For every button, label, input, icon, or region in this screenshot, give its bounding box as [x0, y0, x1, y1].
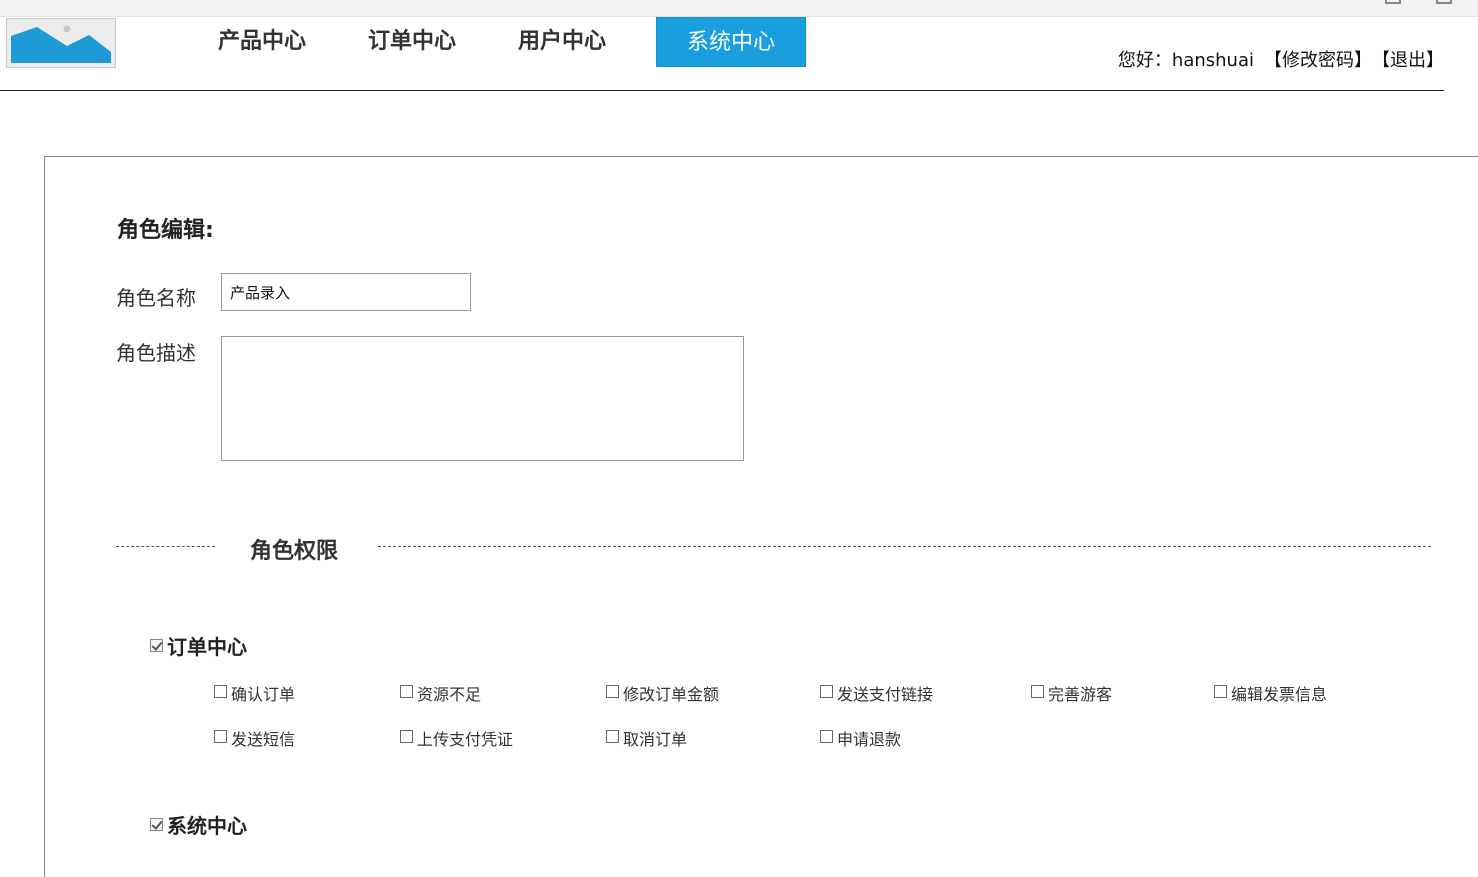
- window-top-strip: [0, 0, 1478, 17]
- perm-checkbox[interactable]: [1214, 684, 1227, 698]
- top-header: 产品中心 订单中心 用户中心 系统中心 您好：hanshuai 【修改密码】 【…: [0, 16, 1444, 91]
- perm-label: 资源不足: [417, 685, 482, 704]
- perm-send-payment-link[interactable]: 发送支付链接: [820, 681, 933, 705]
- group-system-center: 系统中心: [150, 810, 247, 839]
- perm-upload-payment-proof[interactable]: 上传支付凭证: [400, 726, 513, 750]
- group-order-center-label: 订单中心: [167, 635, 247, 659]
- perm-checkbox[interactable]: [606, 729, 619, 743]
- perm-checkbox[interactable]: [606, 684, 619, 698]
- group-system-center-label: 系统中心: [167, 814, 247, 838]
- page-title: 角色编辑:: [117, 218, 214, 243]
- perm-cancel-order[interactable]: 取消订单: [606, 726, 687, 750]
- nav-system-center[interactable]: 系统中心: [656, 17, 806, 67]
- user-bar: 您好：hanshuai 【修改密码】 【退出】: [1118, 46, 1444, 72]
- perm-checkbox[interactable]: [400, 684, 413, 698]
- perm-edit-invoice[interactable]: 编辑发票信息: [1214, 681, 1327, 705]
- nav-order-center[interactable]: 订单中心: [337, 17, 487, 67]
- group-system-center-checkbox[interactable]: [150, 818, 163, 831]
- perm-label: 取消订单: [623, 730, 688, 749]
- perm-label: 完善游客: [1048, 685, 1113, 704]
- role-desc-textarea[interactable]: [221, 336, 744, 461]
- perm-checkbox[interactable]: [214, 684, 227, 698]
- perm-label: 发送支付链接: [837, 685, 934, 704]
- perm-checkbox[interactable]: [214, 729, 227, 743]
- perm-send-sms[interactable]: 发送短信: [214, 726, 295, 750]
- main-nav: 产品中心 订单中心 用户中心 系统中心: [187, 17, 806, 67]
- role-edit-panel: 角色编辑: 角色名称 角色描述 角色权限 订单中心 确认订单 资源不足 修改订单…: [44, 156, 1478, 877]
- group-order-center-checkbox[interactable]: [150, 639, 163, 652]
- nav-product-center[interactable]: 产品中心: [187, 17, 337, 67]
- logout-link[interactable]: 【退出】: [1372, 46, 1444, 72]
- nav-user-center[interactable]: 用户中心: [487, 17, 637, 67]
- role-name-label: 角色名称: [116, 286, 196, 310]
- divider-right: [378, 546, 1431, 547]
- perm-insufficient-resource[interactable]: 资源不足: [400, 681, 481, 705]
- perm-label: 编辑发票信息: [1231, 685, 1328, 704]
- perm-confirm-order[interactable]: 确认订单: [214, 681, 295, 705]
- perm-checkbox[interactable]: [400, 729, 413, 743]
- perm-modify-order-amount[interactable]: 修改订单金额: [606, 681, 719, 705]
- perm-label: 申请退款: [837, 730, 902, 749]
- perm-checkbox[interactable]: [1031, 684, 1044, 698]
- perm-label: 发送短信: [231, 730, 296, 749]
- user-greeting: 您好：hanshuai: [1117, 50, 1254, 71]
- role-name-input[interactable]: [221, 273, 471, 311]
- change-password-link[interactable]: 【修改密码】: [1264, 46, 1372, 72]
- window-maximize-icon[interactable]: [1436, 0, 1452, 4]
- perm-label: 确认订单: [231, 685, 296, 704]
- perm-checkbox[interactable]: [820, 684, 833, 698]
- perm-checkbox[interactable]: [820, 729, 833, 743]
- perm-label: 上传支付凭证: [417, 730, 514, 749]
- window-restore-icon[interactable]: [1385, 0, 1401, 4]
- divider-left: [116, 546, 215, 547]
- group-order-center: 订单中心: [150, 631, 247, 660]
- role-desc-label: 角色描述: [116, 341, 196, 365]
- image-placeholder-icon[interactable]: [6, 18, 116, 68]
- perm-label: 修改订单金额: [623, 685, 720, 704]
- perm-request-refund[interactable]: 申请退款: [820, 726, 901, 750]
- permissions-title: 角色权限: [250, 539, 339, 564]
- perm-complete-tourist[interactable]: 完善游客: [1031, 681, 1112, 705]
